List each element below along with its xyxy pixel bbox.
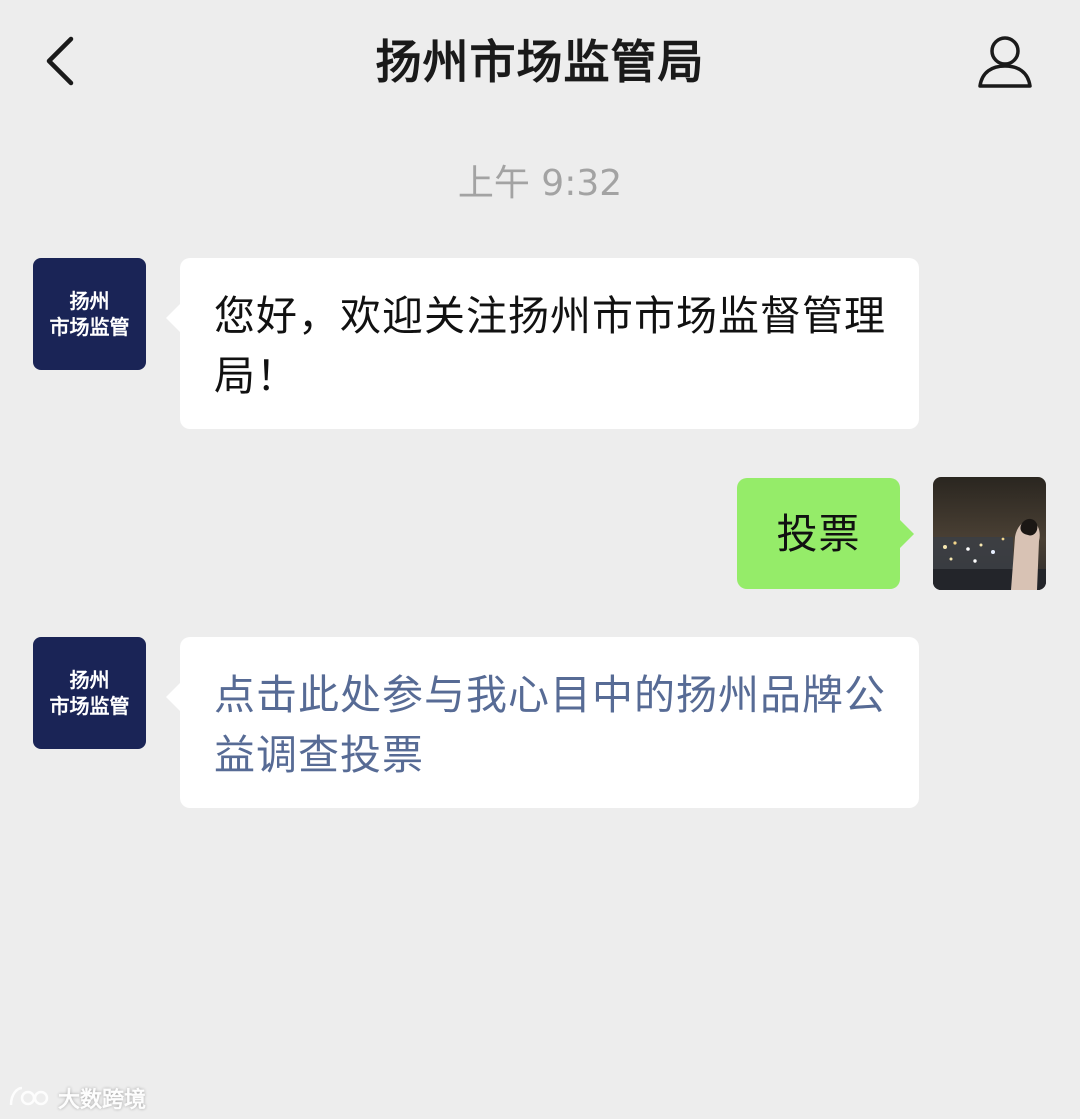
message-timestamp: 上午 9:32 [457,163,623,204]
brand-logo-icon [9,1086,49,1106]
official-account-avatar[interactable]: 扬州 市场监管 [33,637,146,749]
message-text: 投票 [776,509,861,558]
avatar-label-line1: 扬州 [69,668,110,692]
user-avatar[interactable] [933,477,1046,590]
incoming-message-bubble: 您好，欢迎关注扬州市市场监督管理局！ [166,258,919,429]
person-icon [978,36,1032,88]
incoming-message-bubble: 点击此处参与我心目中的扬州品牌公益调查投票 [166,637,919,808]
avatar-label-line2: 市场监管 [49,694,130,718]
user-photo [933,477,1046,590]
avatar-label-line1: 扬州 [69,289,110,313]
chat-header: 扬州市场监管局 [0,0,1080,125]
outgoing-message-bubble[interactable]: 投票 [737,478,914,589]
watermark-text: 大数跨境 [58,1088,147,1113]
avatar-label-line2: 市场监管 [49,315,130,339]
profile-button[interactable] [970,30,1040,94]
watermark: 大数跨境 [8,1082,146,1114]
chat-title: 扬州市场监管局 [375,35,705,89]
vote-link[interactable]: 点击此处参与我心目中的扬州品牌公益调查投票 [214,671,886,779]
official-account-avatar[interactable]: 扬州 市场监管 [33,258,146,370]
message-text: 您好，欢迎关注扬州市市场监督管理局！ [214,292,886,400]
